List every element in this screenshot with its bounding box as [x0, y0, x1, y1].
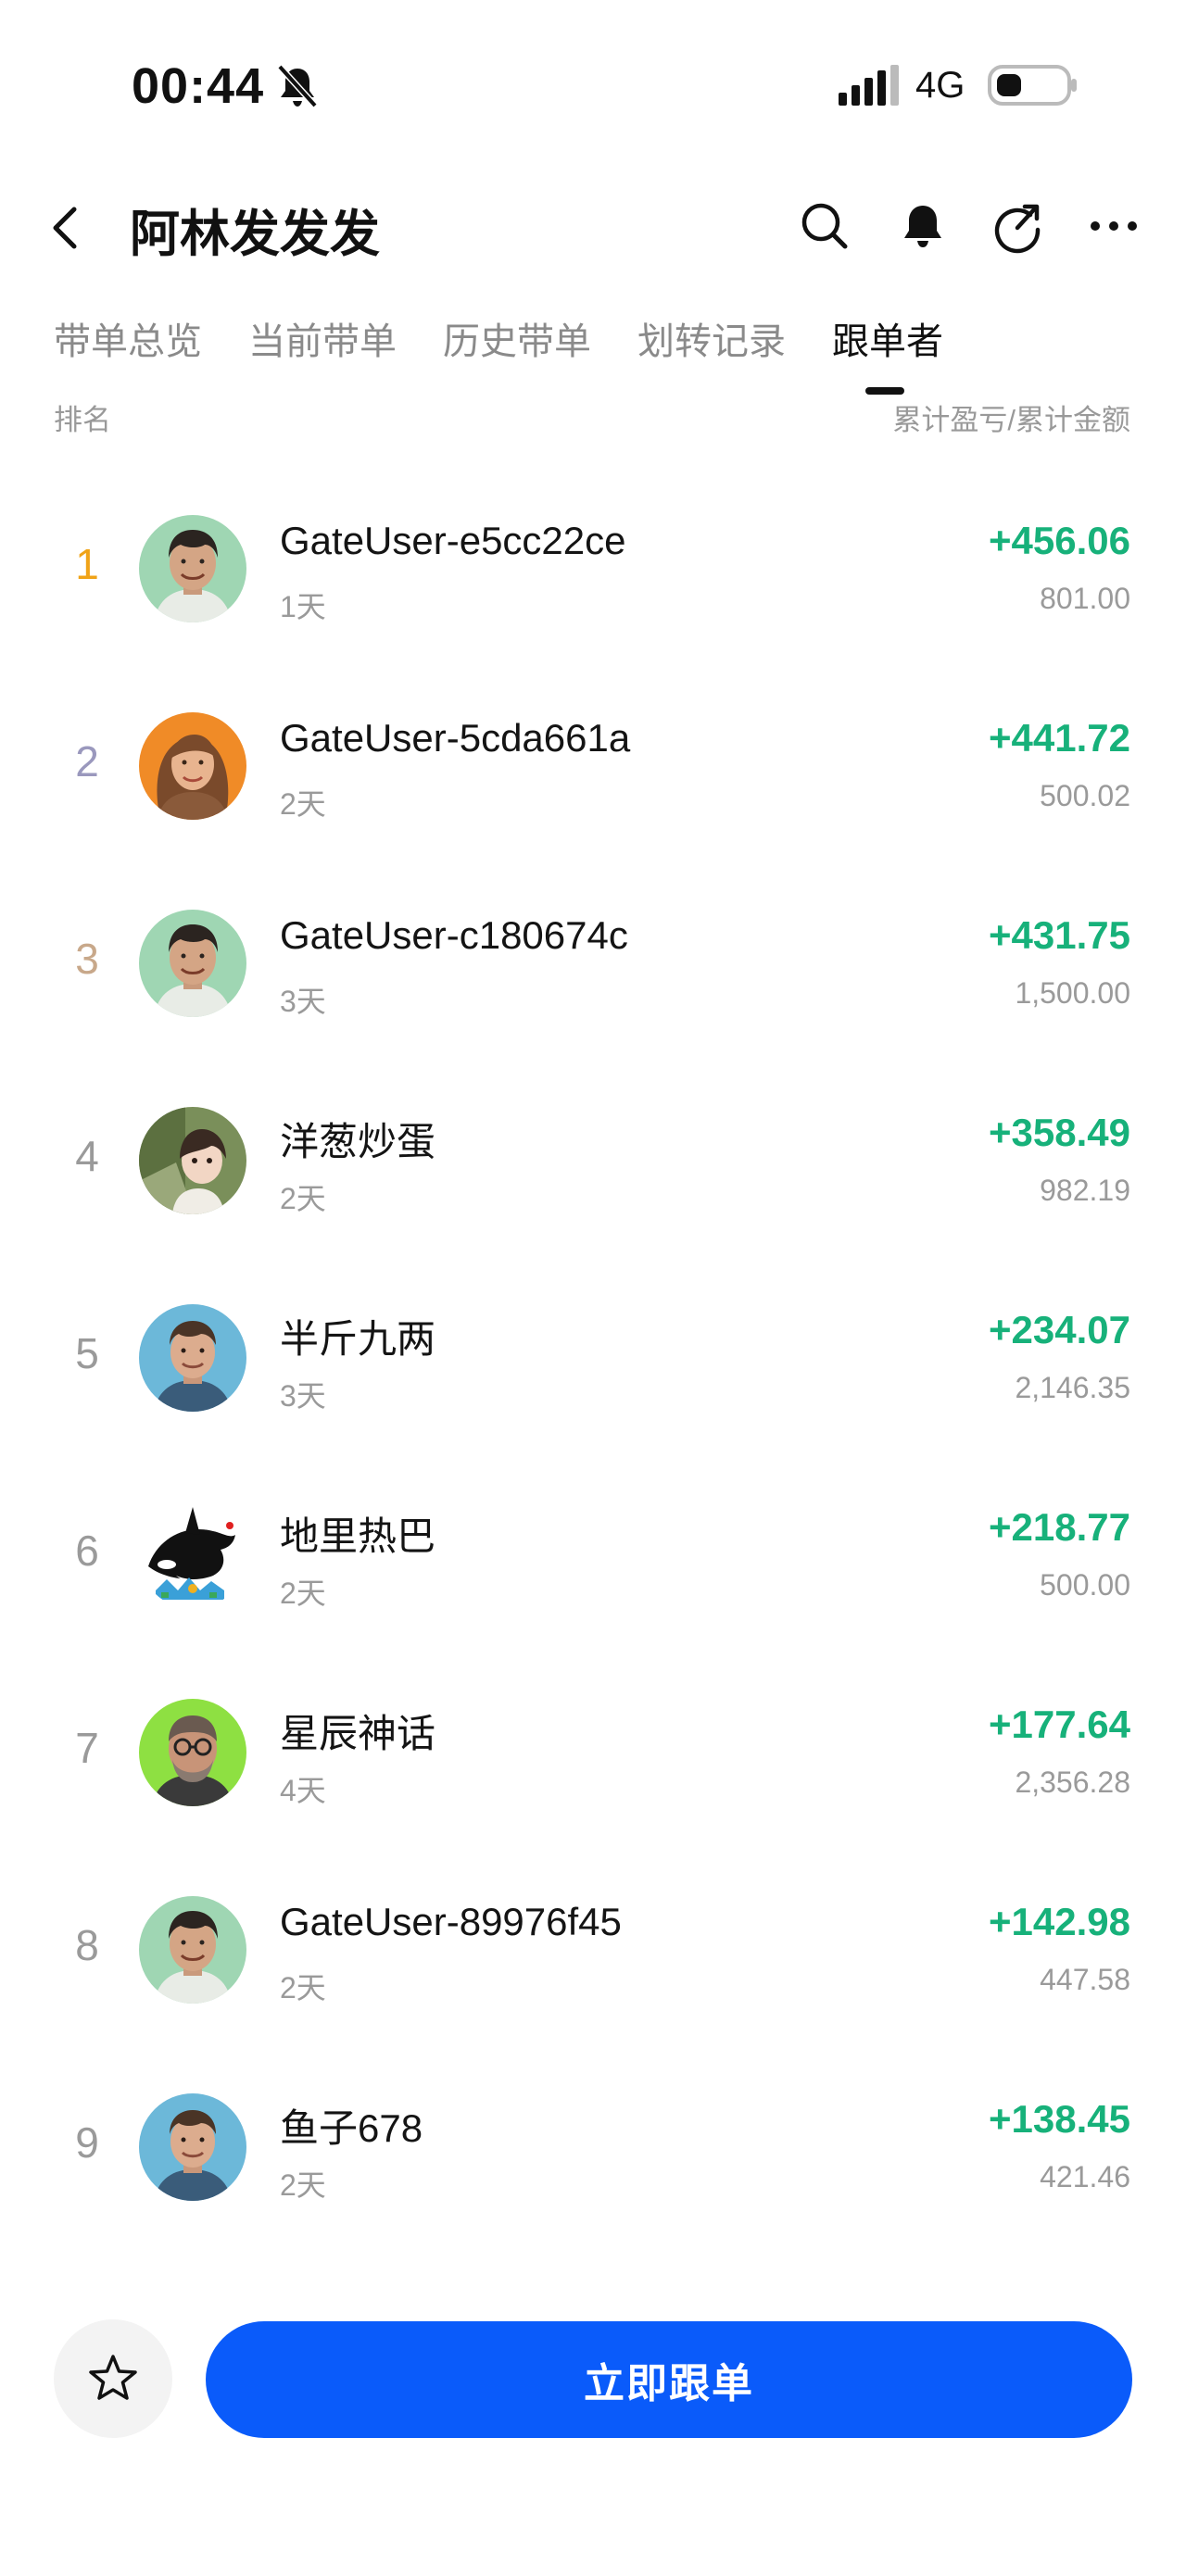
- active-tab-indicator: [865, 387, 904, 395]
- page-title: 阿林发发发: [130, 207, 380, 262]
- avatar: [139, 1699, 246, 1806]
- tab-current[interactable]: 当前带单: [248, 311, 397, 365]
- follower-name: 洋葱炒蛋: [280, 1120, 436, 1163]
- cumulative-amount: 982.19: [1040, 1174, 1130, 1207]
- rank-number: 8: [75, 1921, 99, 1969]
- cumulative-pnl: +218.77: [989, 1505, 1130, 1549]
- rank-number: 6: [75, 1527, 99, 1575]
- cumulative-pnl: +456.06: [989, 519, 1130, 562]
- network-type: 4G: [915, 65, 965, 106]
- rank-number: 9: [75, 2118, 99, 2167]
- search-icon[interactable]: [797, 198, 852, 254]
- follower-row[interactable]: 3 GateUser-c180674c 3天 +431.75 1,500.00: [0, 876, 1186, 1073]
- follower-name: 半斤九两: [280, 1317, 436, 1361]
- cumulative-pnl: +431.75: [989, 913, 1130, 957]
- rank-number: 1: [75, 540, 99, 588]
- bottom-action-bar: 立即跟单: [0, 2260, 1186, 2576]
- copy-trade-button[interactable]: 立即跟单: [206, 2321, 1132, 2438]
- tab-overview[interactable]: 带单总览: [54, 311, 202, 365]
- follower-name: GateUser-c180674c: [280, 913, 628, 957]
- follow-duration: 2天: [280, 1182, 326, 1215]
- cumulative-amount: 421.46: [1040, 2160, 1130, 2193]
- follower-row[interactable]: 5 半斤九两 3天 +234.07 2,146.35: [0, 1271, 1186, 1467]
- avatar: [139, 2093, 246, 2201]
- cumulative-amount: 447.58: [1040, 1963, 1130, 1996]
- cumulative-pnl: +358.49: [989, 1111, 1130, 1154]
- status-bar: 00:44 4G: [0, 0, 1186, 167]
- follow-duration: 1天: [280, 590, 326, 623]
- tab-history[interactable]: 历史带单: [443, 311, 591, 365]
- avatar: [139, 1502, 246, 1609]
- follower-name: 星辰神话: [280, 1712, 436, 1755]
- avatar: [139, 515, 246, 622]
- rank-number: 5: [75, 1329, 99, 1377]
- follower-name: GateUser-e5cc22ce: [280, 519, 626, 562]
- back-arrow-icon[interactable]: [44, 202, 87, 254]
- notification-bell-icon[interactable]: [895, 198, 951, 254]
- follow-duration: 4天: [280, 1774, 326, 1807]
- cumulative-amount: 2,356.28: [1015, 1766, 1130, 1799]
- cumulative-amount: 1,500.00: [1015, 976, 1130, 1010]
- avatar: [139, 1896, 246, 2004]
- follower-name: 鱼子678: [280, 2106, 423, 2150]
- more-icon[interactable]: [1086, 198, 1142, 254]
- status-time: 00:44: [132, 58, 265, 114]
- follower-row[interactable]: 6 地里热巴 2天 +218.77 500.00: [0, 1468, 1186, 1665]
- follower-row[interactable]: 7 星辰神话 4天 +177.64 2,356.28: [0, 1665, 1186, 1862]
- rank-number: 3: [75, 935, 99, 983]
- bell-muted-icon: [277, 64, 318, 108]
- cumulative-amount: 500.00: [1040, 1568, 1130, 1602]
- follower-row[interactable]: 2 GateUser-5cda661a 2天 +441.72 500.02: [0, 679, 1186, 875]
- tab-followers[interactable]: 跟单者: [832, 311, 943, 365]
- cumulative-pnl: +177.64: [989, 1703, 1130, 1746]
- cumulative-pnl: +234.07: [989, 1308, 1130, 1351]
- cumulative-amount: 500.02: [1040, 779, 1130, 812]
- cumulative-pnl: +142.98: [989, 1900, 1130, 1943]
- signal-icon: [839, 65, 899, 106]
- rank-number: 4: [75, 1132, 99, 1180]
- follow-duration: 2天: [280, 1577, 326, 1610]
- favorite-button[interactable]: [54, 2319, 172, 2438]
- tab-transfers[interactable]: 划转记录: [637, 311, 786, 365]
- follow-duration: 2天: [280, 1971, 326, 2004]
- star-icon: [89, 2355, 137, 2400]
- column-header-pnl: 累计盈亏/累计金额: [892, 404, 1130, 436]
- follower-row[interactable]: 1 GateUser-e5cc22ce 1天 +456.06 801.00: [0, 482, 1186, 678]
- share-icon[interactable]: [990, 198, 1045, 254]
- follow-duration: 3天: [280, 985, 326, 1018]
- follow-duration: 2天: [280, 2168, 326, 2202]
- avatar: [139, 1107, 246, 1214]
- avatar: [139, 712, 246, 820]
- battery-icon: [988, 65, 1077, 106]
- cumulative-amount: 801.00: [1040, 582, 1130, 615]
- avatar: [139, 910, 246, 1017]
- rank-number: 2: [75, 737, 99, 785]
- follower-name: GateUser-5cda661a: [280, 716, 631, 760]
- cumulative-amount: 2,146.35: [1015, 1371, 1130, 1404]
- follow-duration: 2天: [280, 787, 326, 821]
- follower-name: GateUser-89976f45: [280, 1900, 622, 1943]
- follower-name: 地里热巴: [280, 1514, 436, 1558]
- follower-row[interactable]: 9 鱼子678 2天 +138.45 421.46: [0, 2060, 1186, 2256]
- follower-row[interactable]: 8 GateUser-89976f45 2天 +142.98 447.58: [0, 1863, 1186, 2059]
- follow-duration: 3天: [280, 1379, 326, 1413]
- rank-number: 7: [75, 1724, 99, 1772]
- cumulative-pnl: +138.45: [989, 2097, 1130, 2141]
- avatar: [139, 1304, 246, 1412]
- cumulative-pnl: +441.72: [989, 716, 1130, 760]
- follower-row[interactable]: 4 洋葱炒蛋 2天 +358.49 982.19: [0, 1074, 1186, 1270]
- column-header-rank: 排名: [54, 404, 111, 436]
